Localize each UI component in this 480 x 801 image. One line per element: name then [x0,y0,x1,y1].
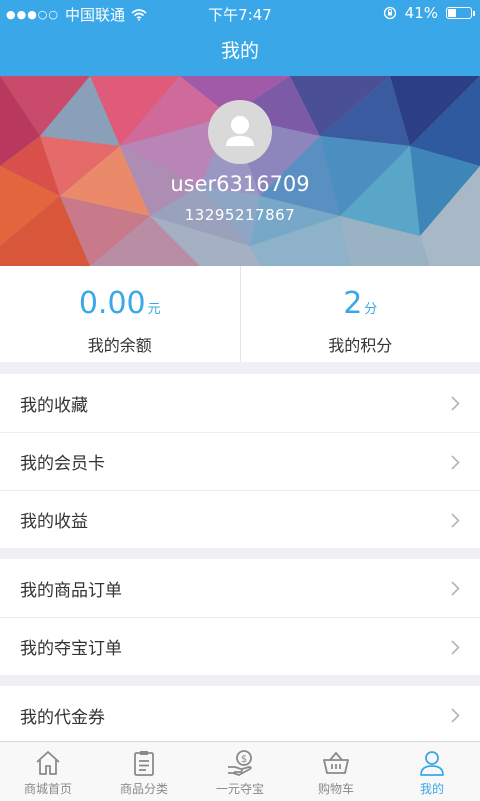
menu-item-lottery-orders[interactable]: 我的夺宝订单 [0,617,480,675]
orientation-lock-icon [383,6,397,20]
tab-label: 一元夺宝 [216,782,264,796]
coin-hand-icon: $ [225,748,255,778]
battery-icon [446,7,472,19]
menu-item-label: 我的夺宝订单 [20,634,122,659]
tab-cart[interactable]: 购物车 [288,742,384,801]
tab-categories[interactable]: 商品分类 [96,742,192,801]
points-unit: 分 [364,302,377,317]
balance-unit: 元 [148,302,161,317]
svg-text:$: $ [241,754,247,765]
clipboard-icon [129,748,159,778]
menu-item-label: 我的商品订单 [20,576,122,601]
page-title: 我的 [0,26,480,76]
menu-group-vouchers: 我的代金券 [0,686,480,744]
tab-label: 商品分类 [120,782,168,796]
chevron-right-icon [451,396,460,411]
user-icon [417,748,447,778]
balance-value: 0.00 [79,286,146,321]
phone-number: 13295217867 [0,206,480,224]
points-stat[interactable]: 2分 我的积分 [240,266,480,362]
balance-label: 我的余额 [0,332,240,356]
balance-stat[interactable]: 0.00元 我的余额 [0,266,240,362]
tab-label: 购物车 [318,782,354,796]
points-value: 2 [343,286,362,321]
menu-item-label: 我的代金券 [20,703,105,728]
points-label: 我的积分 [241,332,480,356]
menu-item-label: 我的会员卡 [20,449,105,474]
tab-me[interactable]: 我的 [384,742,480,801]
username: user6316709 [0,172,480,196]
menu-item-product-orders[interactable]: 我的商品订单 [0,559,480,617]
menu-item-member-card[interactable]: 我的会员卡 [0,432,480,490]
chevron-right-icon [451,581,460,596]
basket-icon [321,748,351,778]
chevron-right-icon [451,455,460,470]
chevron-right-icon [451,708,460,723]
menu-item-label: 我的收益 [20,507,88,532]
chevron-right-icon [451,513,460,528]
tab-label: 商城首页 [24,782,72,796]
tab-home[interactable]: 商城首页 [0,742,96,801]
avatar[interactable] [208,100,272,164]
bottom-tab-bar: 商城首页 商品分类 $ 一元夺宝 购物车 [0,741,480,801]
menu-item-vouchers[interactable]: 我的代金券 [0,686,480,744]
user-silhouette-icon [208,100,272,164]
chevron-right-icon [451,640,460,655]
menu-item-earnings[interactable]: 我的收益 [0,490,480,548]
status-bar: ●●●○○ 中国联通 下午7:47 41% [0,0,480,26]
tab-label: 我的 [420,782,444,796]
account-stats: 0.00元 我的余额 2分 我的积分 [0,266,480,362]
tab-lottery[interactable]: $ 一元夺宝 [192,742,288,801]
profile-header: user6316709 13295217867 [0,76,480,266]
battery-percent: 41% [405,4,438,22]
home-icon [33,748,63,778]
menu-group-orders: 我的商品订单 我的夺宝订单 [0,559,480,675]
menu-item-label: 我的收藏 [20,391,88,416]
menu-item-favorites[interactable]: 我的收藏 [0,374,480,432]
menu-group-favorites: 我的收藏 我的会员卡 我的收益 [0,374,480,548]
